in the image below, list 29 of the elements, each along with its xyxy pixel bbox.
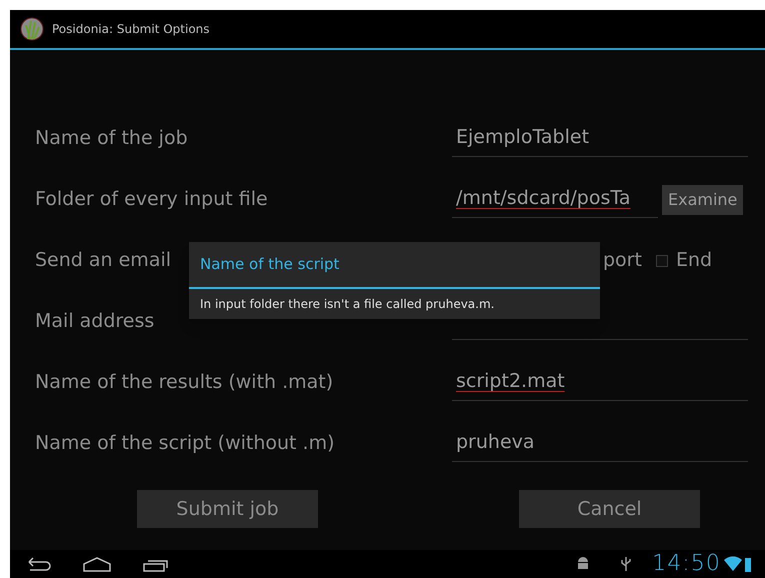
window-title: Posidonia: Submit Options [52,21,210,38]
checkbox-label: port [603,248,642,274]
text-field[interactable]: /mnt/sdcard/posTa [452,182,658,218]
field-label: Name of the job [35,126,189,152]
text-field[interactable]: EjemploTablet [452,120,748,156]
field-value: script2.mat [456,369,565,394]
text-field[interactable]: script2.mat [452,364,748,400]
field-label: Name of the results (with .mat) [35,370,334,396]
field-label: Send an email [35,248,172,274]
dialog-title: Name of the script [189,242,600,289]
usb-icon [620,556,632,572]
field-label: Name of the script (without .m) [35,431,336,456]
field-value: /mnt/sdcard/posTa [456,186,630,211]
text-field[interactable]: pruheva [452,426,748,462]
field-value: EjemploTablet [456,125,590,150]
app-icon [20,17,44,41]
clock: 14:50 [652,553,721,575]
dialog-message: In input folder there isn't a file called pruheva.m. [199,296,496,313]
home-icon[interactable] [82,556,112,572]
checkbox[interactable] [656,254,668,266]
checkbox-label: End [676,248,712,274]
examine-button[interactable]: Examine [662,184,744,214]
battery-icon [745,556,751,572]
submit-button[interactable]: Submit job [137,490,318,528]
wifi-icon [724,556,742,572]
field-label: Folder of every input file [35,187,269,212]
cancel-button[interactable]: Cancel [519,490,700,528]
field-value: pruheva [456,430,535,455]
field-label: Mail address [35,309,156,334]
